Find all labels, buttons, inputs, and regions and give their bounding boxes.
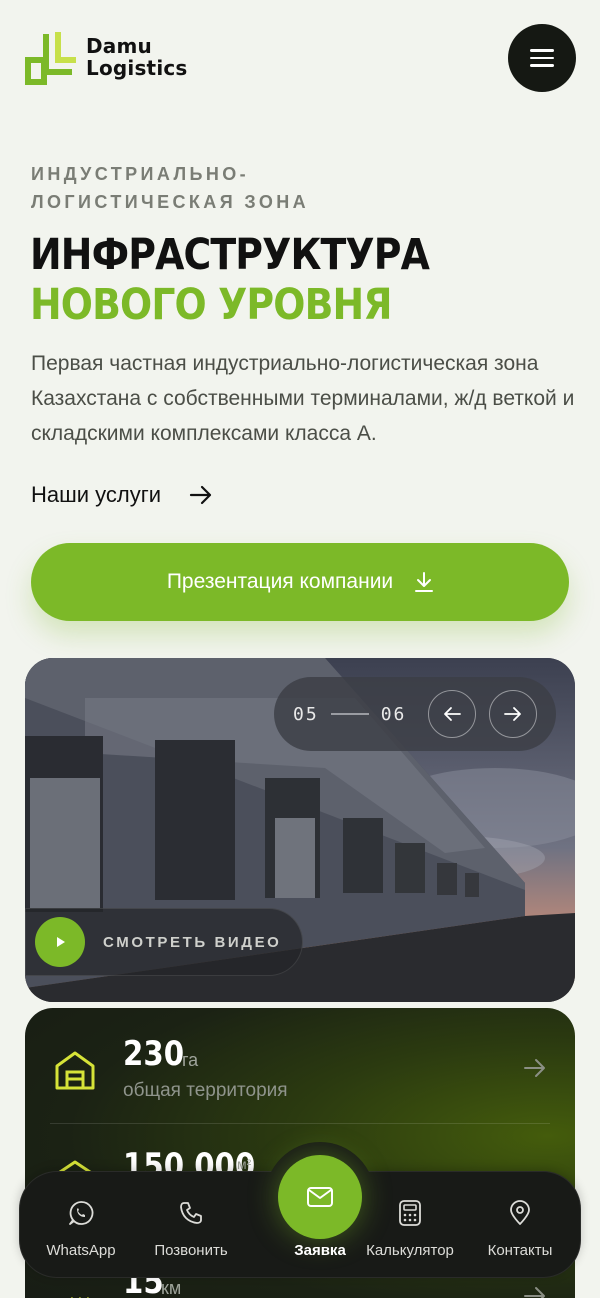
arrow-right-icon — [524, 1287, 545, 1298]
logo[interactable]: Damu Logistics — [24, 28, 188, 86]
hero-eyebrow-line2: ЛОГИСТИЧЕСКАЯ ЗОНА — [31, 192, 310, 212]
nav-label: WhatsApp — [46, 1242, 116, 1259]
mail-icon — [307, 1187, 333, 1207]
page-title: ИНФРАСТРУКТУРА НОВОГО УРОВНЯ — [30, 230, 505, 330]
bottom-nav: WhatsApp Позвонить Заявка Калькулятор Ко… — [19, 1142, 581, 1279]
stat-unit: м² — [237, 1156, 252, 1172]
hero-lead: Первая частная индустриально-логистическ… — [31, 352, 575, 445]
arrow-right-icon — [189, 485, 212, 505]
calculator-icon — [399, 1200, 421, 1226]
hamburger-icon — [530, 49, 554, 52]
watch-video-label: СМОТРЕТЬ ВИДЕО — [103, 933, 282, 951]
location-pin-icon — [510, 1200, 530, 1225]
whatsapp-icon — [69, 1201, 94, 1225]
slider-prev-button[interactable] — [428, 690, 477, 738]
warehouse-icon — [55, 1051, 95, 1090]
menu-button[interactable] — [508, 24, 576, 92]
dl-logo-mark-icon — [25, 32, 76, 85]
nav-label: Калькулятор — [366, 1242, 454, 1259]
nav-whatsapp[interactable]: WhatsApp — [40, 1172, 122, 1279]
nav-request-button[interactable] — [278, 1155, 362, 1239]
nav-label: Позвонить — [154, 1242, 228, 1259]
title-line2: НОВОГО УРОВНЯ — [30, 280, 392, 330]
play-triangle-icon — [57, 937, 65, 947]
services-link[interactable]: Наши услуги — [31, 482, 213, 508]
slide-divider — [330, 713, 369, 715]
arrow-right-icon — [504, 707, 522, 721]
cta-label: Презентация компании — [166, 570, 394, 593]
stat-value: 230 — [123, 1034, 185, 1074]
nav-contacts[interactable]: Контакты — [480, 1172, 560, 1279]
hamburger-icon-bar — [530, 56, 554, 60]
download-icon — [415, 572, 434, 592]
stat-desc: общая территория — [123, 1080, 288, 1101]
nav-label: Контакты — [487, 1242, 553, 1259]
header: Damu Logistics — [0, 0, 600, 120]
stat-unit: га — [182, 1050, 199, 1070]
presentation-download-button[interactable]: Презентация компании — [31, 543, 569, 621]
arrow-left-icon — [444, 707, 462, 721]
services-link-label: Наши услуги — [31, 482, 162, 507]
stat-row-territory[interactable]: 230 га общая территория — [25, 1008, 575, 1118]
brand-name: Damu Logistics — [86, 35, 188, 79]
hero-eyebrow: ИНДУСТРИАЛЬНО- ЛОГИСТИЧЕСКАЯ ЗОНА — [31, 160, 431, 216]
brand-name-line1: Damu — [86, 34, 152, 58]
hamburger-icon-bar — [530, 64, 554, 67]
slider-next-button[interactable] — [489, 690, 538, 738]
phone-icon — [180, 1202, 202, 1224]
nav-calculator[interactable]: Калькулятор — [360, 1172, 460, 1279]
media-slider[interactable]: 05 06 СМОТРЕТЬ ВИДЕО — [25, 658, 575, 1002]
arrow-right-icon — [524, 1059, 545, 1077]
nav-call[interactable]: Позвонить — [146, 1172, 236, 1279]
slide-current: 05 — [293, 703, 319, 725]
play-icon — [35, 917, 85, 967]
title-line1: ИНФРАСТРУКТУРА — [30, 230, 430, 280]
stat-unit: км — [161, 1278, 182, 1298]
hero-eyebrow-line1: ИНДУСТРИАЛЬНО- — [31, 164, 250, 184]
slider-controls: 05 06 — [274, 677, 556, 751]
watch-video-button[interactable]: СМОТРЕТЬ ВИДЕО — [25, 908, 303, 976]
slide-total: 06 — [380, 703, 407, 725]
brand-name-line2: Logistics — [86, 56, 188, 80]
